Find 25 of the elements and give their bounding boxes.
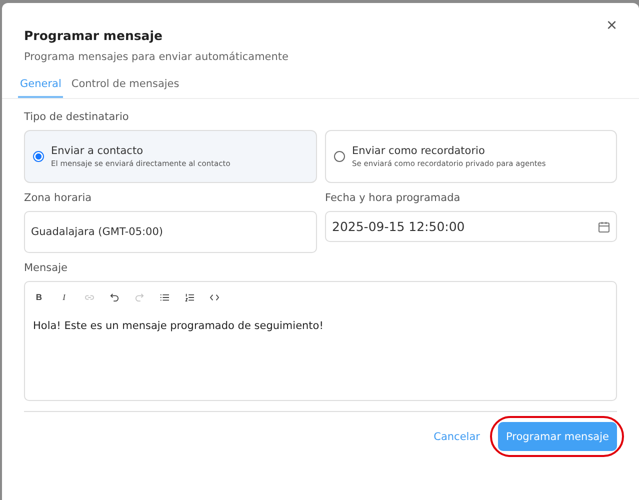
calendar-icon[interactable] xyxy=(598,220,610,232)
field-label: Tipo de destinatario xyxy=(24,111,130,123)
message-editor[interactable]: B I Hola! Este es un mensaje programado de seguimiento! xyxy=(24,281,617,401)
dialog-subtitle: Programa mensajes para enviar automáticamente xyxy=(24,51,290,63)
bold-button[interactable]: B xyxy=(29,288,49,306)
field-label: Mensaje xyxy=(24,262,68,274)
italic-button[interactable]: I xyxy=(54,288,74,306)
timezone-field[interactable]: Guadalajara (GMT-05:00) xyxy=(24,211,317,253)
radio-button[interactable] xyxy=(33,151,44,162)
redo-icon xyxy=(134,292,144,302)
dialog-title: Programar mensaje xyxy=(24,28,164,43)
undo-icon xyxy=(110,292,118,302)
datetime-field[interactable]: 2025-09-15 12:50:00 xyxy=(325,211,617,242)
option-title: Enviar como recordatorio xyxy=(352,145,486,157)
close-button[interactable]: × xyxy=(602,15,621,35)
option-title: Enviar a contacto xyxy=(51,145,144,157)
link-icon xyxy=(84,292,94,302)
message-text: Hola! Este es un mensaje programado de seguimiento! xyxy=(32,320,324,332)
tab[interactable]: Control de mensajes xyxy=(69,75,182,98)
code-icon xyxy=(210,292,218,302)
bullet-list-icon xyxy=(160,292,168,302)
numbered-list-icon xyxy=(184,292,194,302)
field-label: Fecha y hora programada xyxy=(325,192,462,204)
field-label: Zona horaria xyxy=(24,192,93,204)
radio-button[interactable] xyxy=(334,151,345,162)
